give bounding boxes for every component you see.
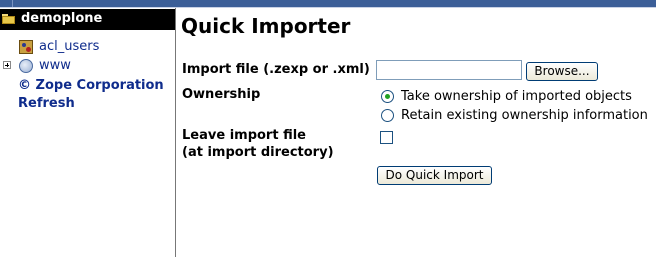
globe-icon [19,59,33,73]
window-corner-control [0,0,13,7]
import-file-input[interactable] [376,60,522,80]
folder-icon [2,14,15,24]
tree-item-acl-users[interactable]: acl_users [0,39,175,55]
expand-plus-icon[interactable] [3,61,11,69]
do-quick-import-button[interactable]: Do Quick Import [377,166,492,185]
import-directory-label: (at import directory) [182,145,334,160]
leave-import-file-label: Leave import file [182,128,306,143]
take-ownership-label[interactable]: Take ownership of imported objects [401,89,632,104]
tree-root-label: demoplone [21,11,103,26]
tree-item-label[interactable]: acl_users [39,39,99,54]
window-top-bar [0,0,656,7]
tree-item-www[interactable]: www [0,58,175,74]
tree-root[interactable]: demoplone [0,9,175,30]
ownership-label: Ownership [182,87,261,102]
leave-import-file-checkbox[interactable] [380,131,393,144]
browse-button[interactable]: Browse... [526,62,598,81]
zope-corporation-link[interactable]: © Zope Corporation [18,78,164,93]
retain-ownership-label[interactable]: Retain existing ownership information [401,108,648,123]
take-ownership-radio[interactable] [381,90,394,103]
tree-item-label[interactable]: www [39,58,71,73]
frame-divider[interactable] [175,8,176,257]
users-folder-icon [19,40,33,54]
retain-ownership-radio[interactable] [381,109,394,122]
page-title: Quick Importer [181,14,351,38]
refresh-link[interactable]: Refresh [18,96,75,111]
import-file-label: Import file (.zexp or .xml) [182,62,370,77]
